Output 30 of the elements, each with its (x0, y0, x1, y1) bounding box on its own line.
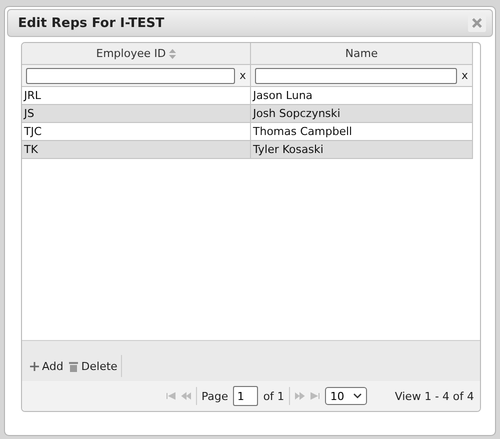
last-page-icon[interactable] (310, 392, 320, 400)
page-field[interactable]: 1 (233, 386, 258, 406)
page-size-select[interactable]: 10 (325, 387, 368, 405)
chevron-down-icon (353, 393, 362, 399)
table-cell: JS (22, 105, 251, 122)
close-icon (472, 18, 482, 28)
next-page-icon[interactable] (295, 392, 306, 400)
table-cell: TK (22, 141, 251, 158)
dialog-title: Edit Reps For I-TEST (18, 16, 164, 30)
clear-filter-button[interactable]: x (239, 69, 246, 82)
page-label: Page (202, 390, 228, 402)
table-cell: Tyler Kosaski (251, 141, 473, 158)
table-cell: Jason Luna (251, 87, 473, 104)
filter-field[interactable] (26, 68, 236, 84)
table-cell: TJC (22, 123, 251, 140)
table-cell: JRL (22, 87, 251, 104)
previous-page-icon[interactable] (180, 392, 191, 400)
column-header[interactable]: Name (251, 43, 473, 64)
add-button[interactable]: Add (30, 360, 64, 372)
table-cell: Thomas Campbell (251, 123, 473, 140)
page-count: of 1 (263, 390, 284, 402)
filter-field[interactable] (255, 68, 458, 84)
first-page-icon[interactable] (166, 392, 176, 400)
clear-filter-button[interactable]: x (461, 69, 468, 82)
plus-icon (30, 362, 39, 370)
record-count: View 1 - 4 of 4 (394, 390, 474, 402)
column-header[interactable]: Employee ID (22, 43, 251, 64)
table-cell: Josh Sopczynski (251, 105, 473, 122)
trash-icon (69, 360, 78, 372)
delete-button[interactable]: Delete (69, 360, 118, 372)
